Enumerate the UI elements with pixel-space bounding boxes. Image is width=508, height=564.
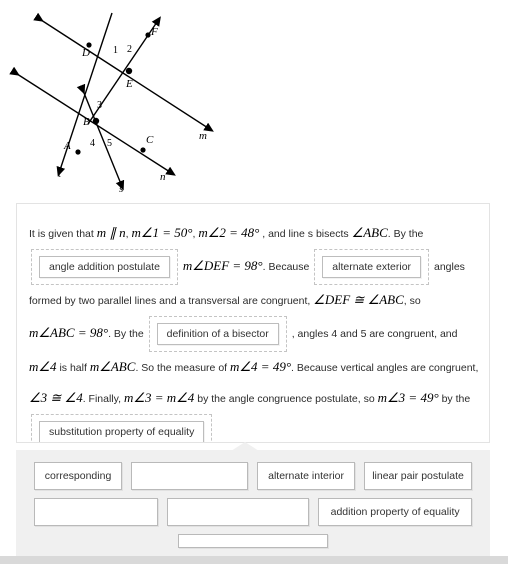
proof-text-segment: , angles 4 and 5 are congruent, xyxy=(291,327,438,340)
dropzone-1[interactable]: angle addition postulate xyxy=(31,249,178,285)
proof-text-segment: by the xyxy=(441,393,471,405)
bank-tile-empty-slot[interactable] xyxy=(34,498,158,526)
proof-text-segment: by the angle congruence postulate, so xyxy=(197,393,375,405)
math-m-parallel-n: m ∥ n xyxy=(96,225,126,240)
proof-text-segment: , and line s bisects xyxy=(262,228,349,240)
answer-tile-substitution-property-of-equality[interactable]: substitution property of equality xyxy=(39,421,205,442)
math-angle4-measure: m∠4 = 49° xyxy=(230,359,292,374)
label-point-C: C xyxy=(146,134,154,146)
proof-text-segment: , xyxy=(125,228,129,240)
math-angle3-congruent-angle4: ∠3 ≅ ∠4 xyxy=(29,390,83,405)
point-F xyxy=(145,32,151,38)
angle-label-2: 2 xyxy=(127,44,132,55)
proof-text-segment: and xyxy=(439,327,458,340)
proof-text-segment: so xyxy=(409,295,421,307)
proof-text-segment: . Because xyxy=(262,260,310,273)
proof-text-segment: are congruent, xyxy=(410,362,479,374)
proof-text-segment: , xyxy=(192,228,196,240)
label-point-B: B xyxy=(83,116,90,128)
math-angle4: m∠4 xyxy=(29,359,57,374)
dropzone-2[interactable]: alternate exterior xyxy=(314,249,430,285)
label-line-m: m xyxy=(199,130,207,142)
answer-bank: corresponding alternate interior linear … xyxy=(16,450,490,556)
proof-paragraph-card: It is given that m ∥ n, m∠1 = 50°, m∠2 =… xyxy=(16,203,490,443)
proof-text-segment: , xyxy=(403,295,407,307)
angle-label-4: 4 xyxy=(90,138,95,149)
dropzone-4[interactable]: substitution property of equality xyxy=(31,414,213,442)
angle-label-3: 3 xyxy=(97,100,102,111)
bank-tile-empty-slot[interactable] xyxy=(131,462,249,490)
math-angle2-measure: m∠2 = 48° xyxy=(198,225,260,240)
dropzone-3[interactable]: definition of a bisector xyxy=(148,316,287,352)
math-m-angle3-equals-m-angle4: m∠3 = m∠4 xyxy=(123,390,195,405)
diagram-svg: D E F B A C m n s t 1 2 3 4 5 xyxy=(9,12,214,195)
bank-tile-empty-slot[interactable] xyxy=(178,534,328,548)
math-angle-abc: ∠ABC xyxy=(351,225,388,240)
math-angle1-measure: m∠1 = 50° xyxy=(131,225,193,240)
point-E xyxy=(125,67,133,75)
label-point-D: D xyxy=(81,47,90,59)
bank-tile-empty-slot[interactable] xyxy=(166,498,310,526)
point-A xyxy=(75,149,81,155)
proof-text-segment: . By the xyxy=(108,327,144,340)
bottom-strip xyxy=(0,556,508,564)
label-point-F: F xyxy=(150,26,158,38)
answer-tile-alternate-exterior[interactable]: alternate exterior xyxy=(322,256,422,278)
answer-tile-definition-of-a-bisector[interactable]: definition of a bisector xyxy=(156,323,279,345)
angle-label-5: 5 xyxy=(107,138,112,149)
angle-label-1: 1 xyxy=(113,45,118,56)
bank-tile-corresponding[interactable]: corresponding xyxy=(34,462,122,490)
label-point-A: A xyxy=(63,140,71,152)
proof-text-segment: . Finally, xyxy=(82,393,122,405)
bank-tile-linear-pair-postulate[interactable]: linear pair postulate xyxy=(364,462,472,490)
answer-tile-angle-addition-postulate[interactable]: angle addition postulate xyxy=(39,256,170,278)
answer-bank-row-1: corresponding alternate interior linear … xyxy=(34,462,472,490)
proof-text-segment: is half xyxy=(59,362,87,374)
math-angle-abc-2: m∠ABC xyxy=(89,359,136,374)
bank-tile-addition-property-of-equality[interactable]: addition property of equality xyxy=(318,498,473,526)
proof-text: It is given that m ∥ n, m∠1 = 50°, m∠2 =… xyxy=(17,204,489,442)
proof-text-segment: It is given that xyxy=(29,228,94,240)
point-C xyxy=(140,147,146,153)
label-line-n: n xyxy=(160,171,166,183)
bank-tile-alternate-interior[interactable]: alternate interior xyxy=(257,462,355,490)
geometry-diagram: D E F B A C m n s t 1 2 3 4 5 xyxy=(0,0,508,200)
answer-bank-row-2: addition property of equality xyxy=(34,498,473,526)
math-angle-def-measure: m∠DEF = 98° xyxy=(182,257,263,273)
proof-text-segment: . Because vertical angles xyxy=(291,362,408,374)
proof-text-segment: . By the xyxy=(387,228,424,240)
point-B xyxy=(92,117,100,125)
label-line-t: t xyxy=(58,168,62,180)
proof-text-segment: . So the measure of xyxy=(135,362,228,374)
label-line-s: s xyxy=(119,183,123,195)
math-angle-abc-measure: m∠ABC = 98° xyxy=(29,324,109,340)
label-point-E: E xyxy=(125,78,133,90)
math-angle3-measure: m∠3 = 49° xyxy=(377,390,439,405)
math-def-congruent-abc: ∠DEF ≅ ∠ABC xyxy=(313,292,404,307)
line-n xyxy=(9,66,176,176)
answer-bank-row-3 xyxy=(34,534,472,548)
